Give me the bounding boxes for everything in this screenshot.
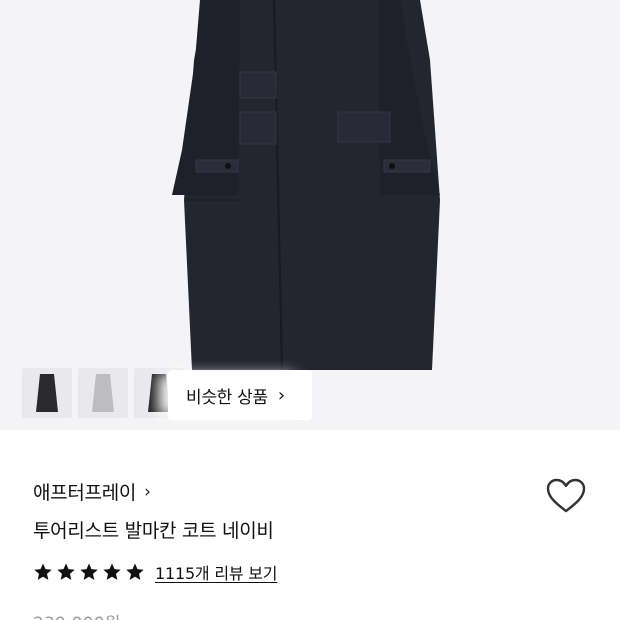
original-price: 239,000원	[33, 609, 121, 620]
star-icon	[57, 563, 75, 580]
coat-illustration	[172, 0, 440, 371]
rating-stars	[33, 562, 145, 582]
thumb-coat-grey[interactable]	[78, 368, 128, 418]
similar-products-button[interactable]: 비슷한 상품 ›	[168, 370, 312, 420]
chevron-right-icon: ›	[144, 481, 151, 502]
brand-link[interactable]: 애프터프레이 ›	[33, 478, 151, 505]
chevron-right-icon: ›	[277, 384, 286, 406]
rating-row: 1115개 리뷰 보기	[33, 560, 277, 584]
similar-thumbnails	[22, 368, 184, 422]
product-title: 투어리스트 발마칸 코트 네이비	[33, 520, 274, 542]
star-icon	[34, 563, 52, 580]
thumb-coat-black[interactable]	[22, 368, 72, 418]
reviews-link[interactable]: 1115개 리뷰 보기	[155, 560, 277, 584]
star-icon	[80, 563, 98, 580]
product-image[interactable]	[0, 0, 620, 430]
heart-outline-icon[interactable]	[546, 478, 586, 514]
star-icon	[103, 563, 121, 580]
similar-products-label: 비슷한 상품	[186, 387, 268, 408]
brand-name: 애프터프레이	[33, 482, 137, 504]
star-icon	[126, 563, 144, 580]
